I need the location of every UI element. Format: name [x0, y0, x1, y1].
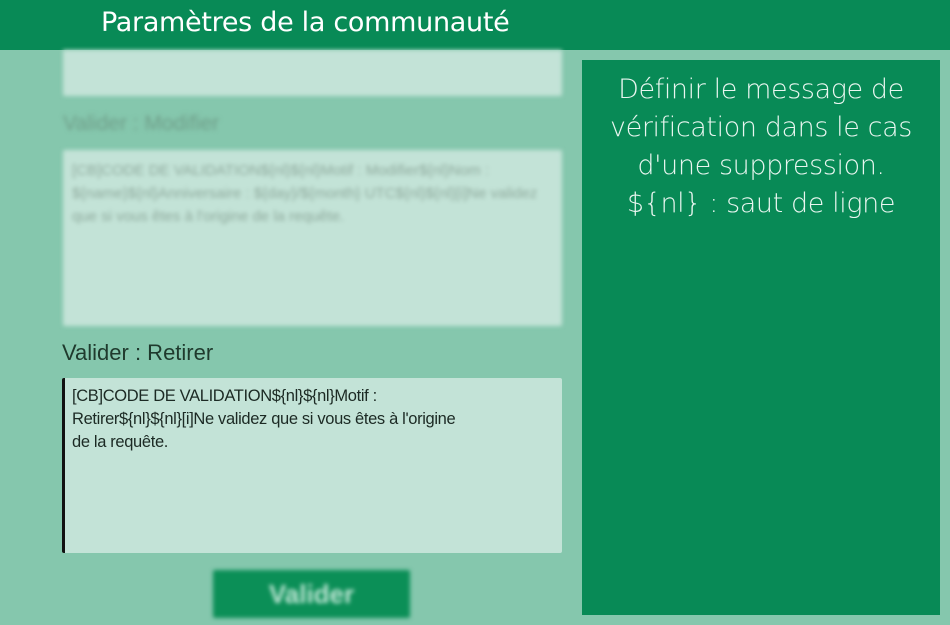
page-title: Paramètres de la communauté — [101, 7, 510, 38]
modifier-textarea[interactable]: [CB]CODE DE VALIDATION${nl}${nl}Motif : … — [63, 150, 562, 326]
help-text: Définir le message de vérification dans … — [610, 74, 912, 219]
validate-button[interactable]: Valider — [213, 570, 410, 618]
top-textarea[interactable] — [63, 50, 562, 96]
help-panel: Définir le message de vérification dans … — [582, 60, 940, 615]
app-header: Paramètres de la communauté — [0, 0, 950, 50]
retirer-label: Valider : Retirer — [62, 340, 214, 365]
modifier-label: Valider : Modifier — [63, 112, 220, 135]
retirer-textarea[interactable]: [CB]CODE DE VALIDATION${nl}${nl}Motif : … — [62, 378, 562, 553]
